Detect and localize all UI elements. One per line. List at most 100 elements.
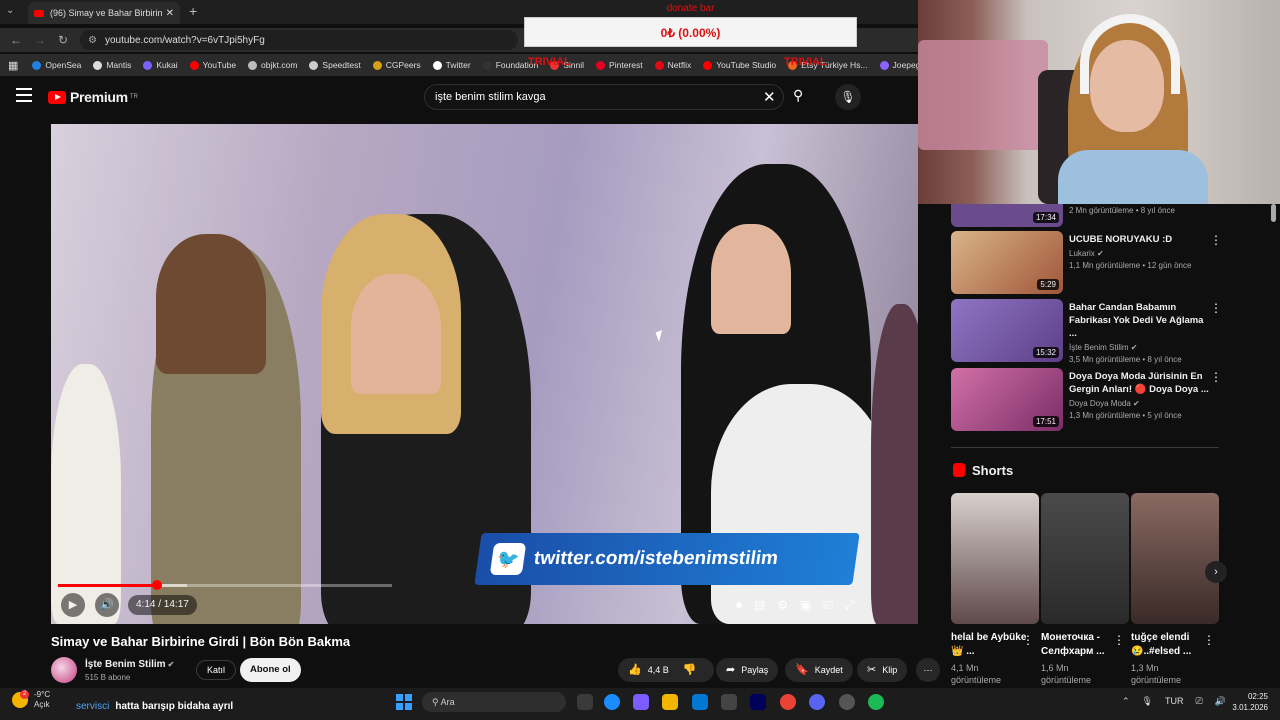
back-icon[interactable]: ← [10, 33, 22, 47]
bookmark-item[interactable]: YouTube Studio [703, 60, 776, 70]
new-tab-icon[interactable]: + [189, 3, 197, 19]
recommendation-item[interactable]: 17:51 Doya Doya Moda Jürisinin En Gergin… [951, 368, 1251, 434]
recommendation-thumbnail[interactable]: 17:34 [951, 204, 1063, 227]
bookmark-item[interactable]: objkt.com [248, 60, 297, 70]
video-person-jacket [711, 384, 891, 624]
reload-icon[interactable]: ↻ [58, 33, 68, 47]
fullscreen-icon[interactable]: ⤢ [845, 598, 855, 613]
sidebar-scrollbar[interactable] [1271, 204, 1276, 222]
recommendation-channel[interactable]: İşte Benim Stilim ✔ [1069, 343, 1209, 352]
apps-icon[interactable]: ▦ [8, 59, 18, 72]
chevron-right-icon[interactable]: › [1205, 561, 1227, 583]
recommendation-item[interactable]: 5:29 UCUBE NORUYAKU :D Lukarix ✔ 1,1 Mn … [951, 231, 1251, 297]
more-options-icon[interactable]: ⋮ [1210, 233, 1222, 247]
obs-icon[interactable] [839, 694, 855, 710]
recommendation-title[interactable]: UCUBE NORUYAKU :D [1069, 233, 1209, 246]
bookmark-item[interactable]: Joepegs [879, 60, 918, 70]
save-button[interactable]: 🔖 Kaydet [785, 658, 853, 682]
copilot-icon[interactable] [633, 694, 649, 710]
recommendation-title[interactable]: Doya Doya Moda Jürisinin En Gergin Anlar… [1069, 370, 1209, 396]
recommendation-thumbnail[interactable]: 15:32 [951, 299, 1063, 362]
taskbar-clock[interactable]: 02:25 3.01.2026 [1226, 691, 1268, 713]
join-button[interactable]: Katıl [196, 660, 237, 680]
bookmark-favicon-icon [189, 60, 199, 70]
store-icon[interactable] [721, 694, 737, 710]
autoplay-toggle-icon[interactable]: ⏺ [736, 598, 742, 613]
edge-icon[interactable] [604, 694, 620, 710]
bookmark-item[interactable]: Speedtest [309, 60, 361, 70]
windows-start-icon[interactable] [396, 694, 412, 710]
network-icon[interactable]: ⎚ [1195, 696, 1202, 707]
bookmark-item[interactable]: Pinterest [596, 60, 643, 70]
settings-gear-icon[interactable]: ⚙ [777, 598, 788, 612]
browser-tab[interactable]: (96) Simay ve Bahar Birbirine Gi ✕ [28, 2, 180, 24]
recommendation-channel[interactable]: Lukarix ✔ [1069, 249, 1209, 258]
outlook-icon[interactable] [692, 694, 708, 710]
recommendation-item[interactable]: 17:34 2 Mn görüntüleme • 8 yıl önce [951, 204, 1251, 228]
search-icon[interactable]: ⚲ [793, 87, 803, 104]
recommendation-item[interactable]: 15:32 Bahar Candan Babamın Fabrikası Yok… [951, 299, 1251, 365]
more-actions-icon[interactable]: ⋯ [916, 658, 940, 682]
more-options-icon[interactable]: ⋮ [1210, 301, 1222, 315]
dislike-icon[interactable]: 👎 [683, 658, 697, 682]
cast-icon[interactable]: ⎚ [823, 598, 833, 613]
bookmark-label: YouTube [202, 60, 237, 70]
site-info-icon[interactable]: ⚙ [88, 35, 97, 46]
channel-avatar[interactable] [51, 657, 77, 683]
share-button[interactable]: ➦ Paylaş [716, 658, 779, 682]
tab-search-icon[interactable]: ⌄ [6, 5, 14, 16]
youtube-premium-logo[interactable]: Premium TR [48, 89, 138, 105]
twitter-bird-icon: 🐦 [489, 543, 527, 575]
clear-search-icon[interactable]: ✕ [763, 88, 776, 106]
webcam-background [918, 40, 1048, 150]
subscribe-button[interactable]: Abone ol [240, 658, 301, 682]
subtitles-icon[interactable]: ▤ [754, 598, 765, 612]
chrome-icon[interactable] [780, 694, 796, 710]
channel-name[interactable]: İşte Benim Stilim ✔ [85, 659, 174, 670]
weather-widget[interactable]: -9°C Açık [12, 690, 50, 710]
bookmark-item[interactable]: YouTube [189, 60, 237, 70]
file-explorer-icon[interactable] [662, 694, 678, 710]
hamburger-menu-icon[interactable] [16, 88, 32, 102]
microphone-icon[interactable]: 🎙 [835, 84, 861, 110]
short-thumbnail[interactable] [951, 493, 1039, 624]
recommendation-channel[interactable]: Doya Doya Moda ✔ [1069, 399, 1209, 408]
task-view-icon[interactable] [577, 694, 593, 710]
volume-icon[interactable]: 🔊 [1215, 696, 1226, 707]
like-count[interactable]: 4,4 B [648, 658, 669, 682]
recommendation-title[interactable]: Bahar Candan Babamın Fabrikası Yok Dedi … [1069, 301, 1209, 340]
language-indicator[interactable]: TUR [1165, 696, 1184, 707]
clip-button[interactable]: ✂ Klip [857, 658, 908, 682]
recommendation-thumbnail[interactable]: 17:51 [951, 368, 1063, 431]
bookmark-item[interactable]: Kukai [143, 60, 178, 70]
recommendation-thumbnail[interactable]: 5:29 [951, 231, 1063, 294]
bookmark-item[interactable]: Twitter [432, 60, 471, 70]
tab-close-icon[interactable]: ✕ [166, 8, 174, 19]
clip-label: Klip [882, 665, 898, 675]
bookmark-item[interactable]: Mantis [93, 60, 131, 70]
more-options-icon[interactable]: ⋮ [1022, 633, 1034, 647]
bookmark-item[interactable]: Netflix [654, 60, 691, 70]
discord-icon[interactable] [809, 694, 825, 710]
short-thumbnail[interactable] [1131, 493, 1219, 624]
more-options-icon[interactable]: ⋮ [1113, 633, 1125, 647]
share-icon: ➦ [726, 664, 736, 676]
play-icon[interactable]: ▶ [61, 593, 85, 617]
taskbar-search[interactable]: ⚲ Ara [422, 692, 566, 712]
short-thumbnail[interactable] [1041, 493, 1129, 624]
like-icon[interactable]: 👍 [628, 658, 642, 682]
more-options-icon[interactable]: ⋮ [1203, 633, 1215, 647]
chevron-up-icon[interactable]: ⌃ [1122, 696, 1130, 707]
miniplayer-icon[interactable]: ▣ [800, 598, 811, 612]
spotify-icon[interactable] [868, 694, 884, 710]
more-options-icon[interactable]: ⋮ [1210, 370, 1222, 384]
microphone-icon[interactable]: 🎙 [1142, 696, 1153, 707]
address-bar[interactable]: ⚙ youtube.com/watch?v=6vTJpi5hyFg [80, 30, 518, 50]
after-effects-icon[interactable] [750, 694, 766, 710]
bookmark-item[interactable]: OpenSea [32, 60, 81, 70]
search-input[interactable]: işte benim stilim kavga [424, 84, 784, 110]
forward-icon[interactable]: → [34, 33, 46, 47]
video-scrubber-handle[interactable] [152, 580, 162, 590]
bookmark-item[interactable]: CGPeers [372, 60, 421, 70]
volume-icon[interactable]: 🔊 [95, 593, 119, 617]
